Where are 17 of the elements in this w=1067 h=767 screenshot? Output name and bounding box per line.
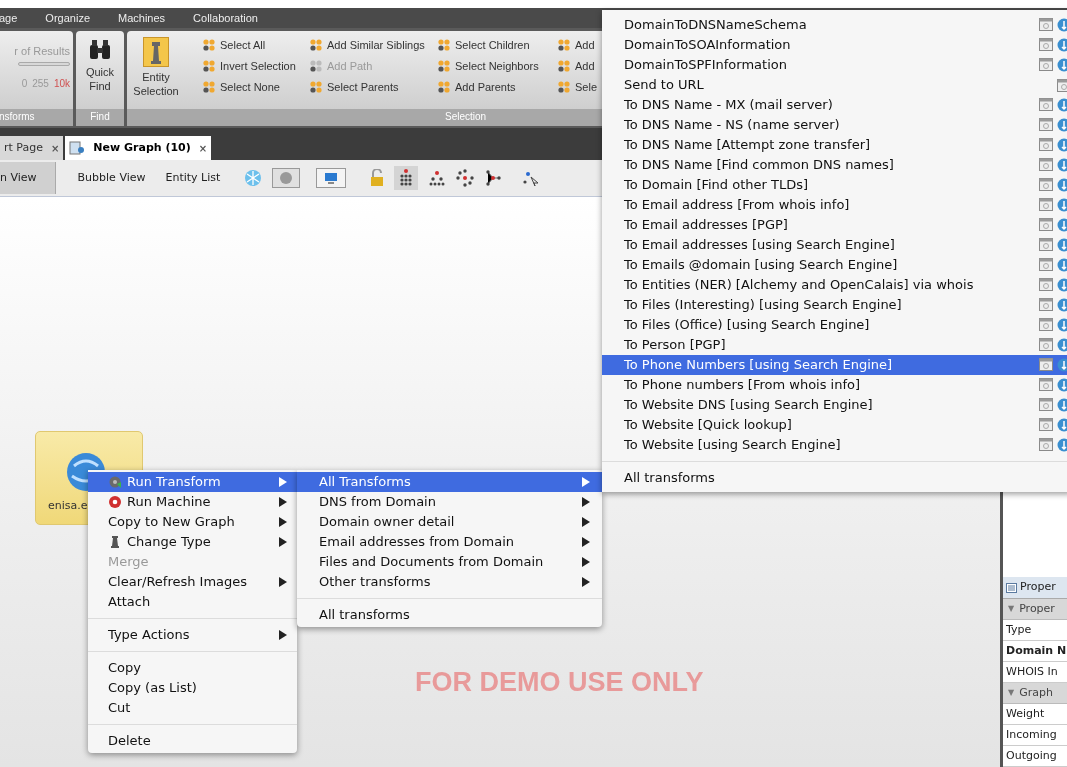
node-label: enisa.e [48, 497, 88, 514]
property-name: Outgoing [1003, 746, 1067, 767]
slider-tick-label: 255 [32, 76, 49, 91]
property-name: Domain N [1003, 641, 1067, 662]
results-label: r of Results [14, 44, 70, 59]
demo-notice: FOR DEMO USE ONLY [415, 666, 704, 699]
slider-tick-label: 10k [53, 76, 70, 91]
panel-title: Proper [1020, 579, 1056, 596]
tab-label: rt Page [4, 139, 43, 156]
tab-label: New Graph (10) [93, 139, 191, 156]
group-title: Find [76, 109, 124, 126]
property-name: Type [1003, 620, 1067, 641]
group-title: nsforms [0, 109, 73, 126]
slider-tick-label: 0 [21, 76, 28, 91]
property-name: Weight [1003, 704, 1067, 725]
property-name: Incoming [1003, 725, 1067, 746]
group-title: Selection [445, 110, 487, 124]
